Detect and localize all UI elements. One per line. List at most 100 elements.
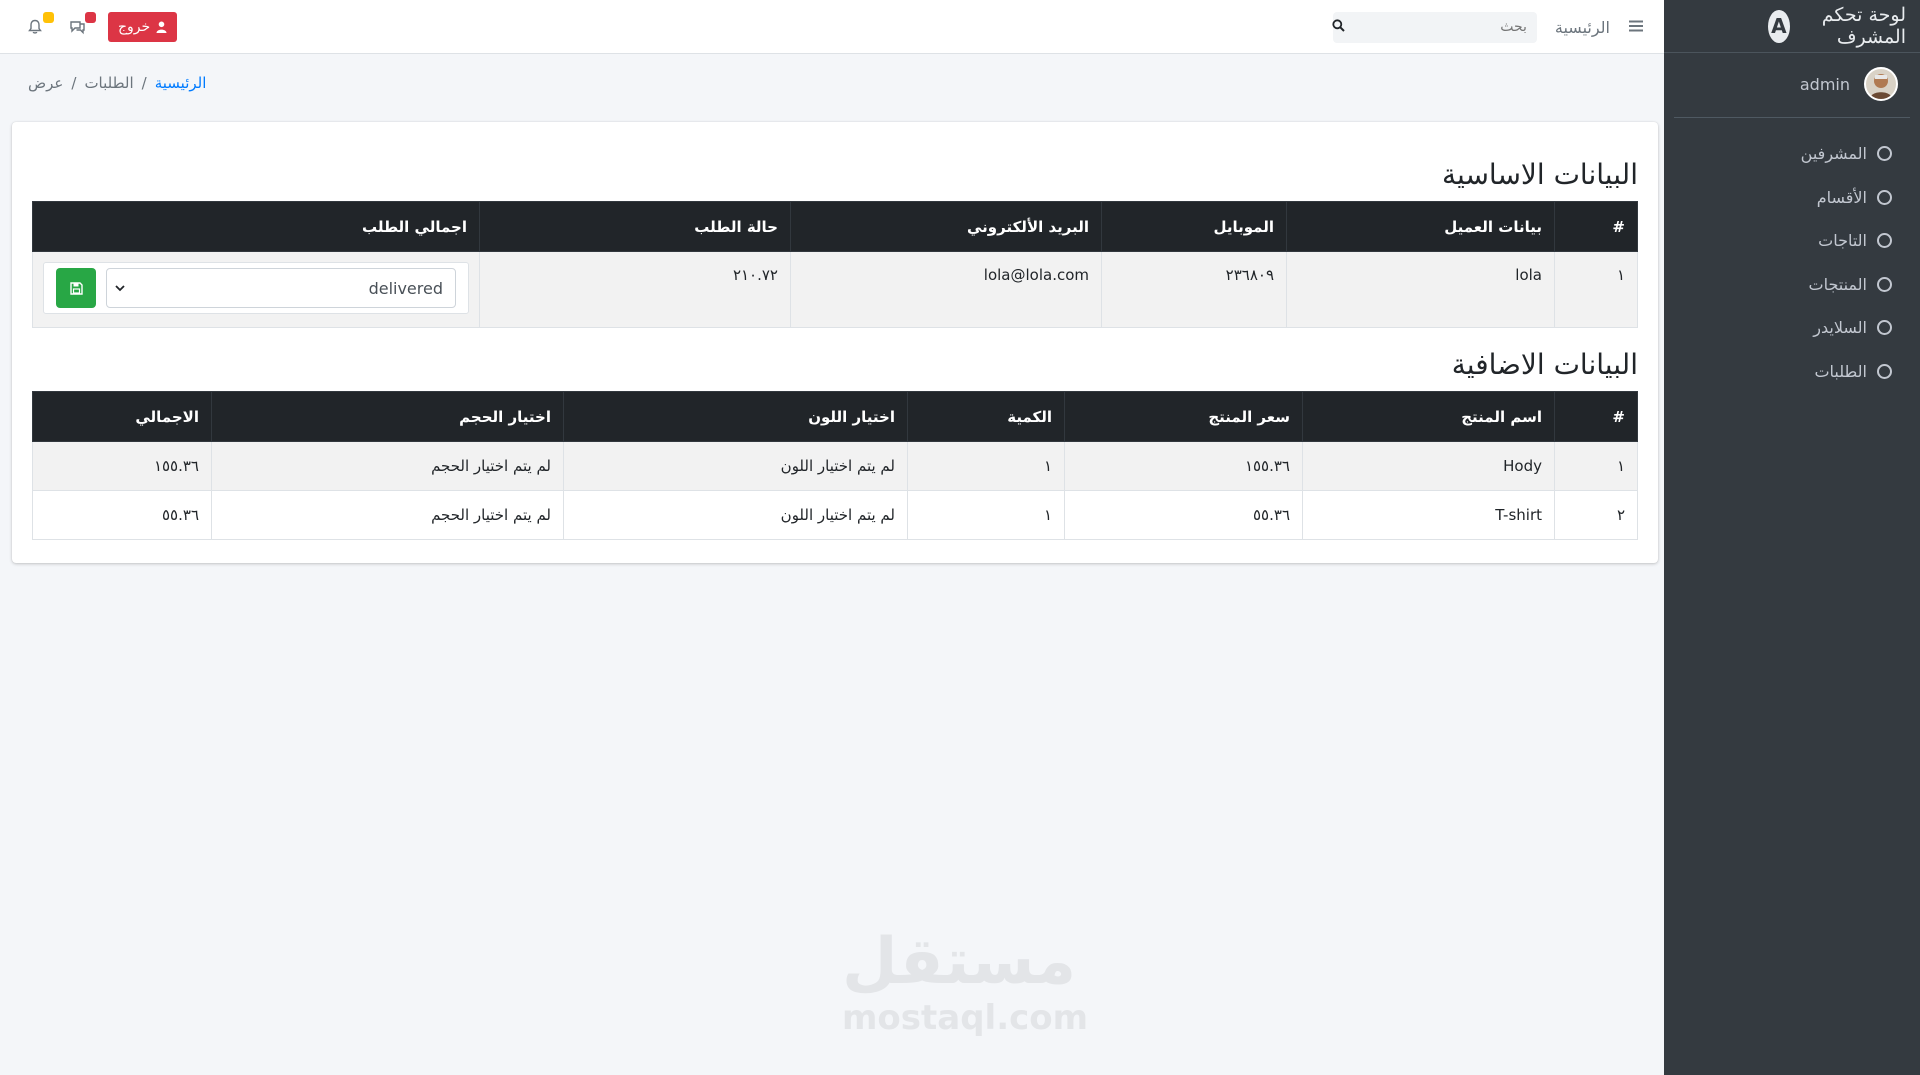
- save-status-button[interactable]: [56, 268, 96, 308]
- watermark-latin: mostaql.com: [842, 998, 1089, 1038]
- messages-button[interactable]: [66, 12, 96, 38]
- circle-icon: [1877, 276, 1892, 292]
- home-link[interactable]: الرئيسية: [1555, 18, 1610, 37]
- circle-icon: [1877, 233, 1892, 249]
- table-row: ١ lola ٢٣٦٨٠٩ lola@lola.com ٢١٠.٧٢ deliv…: [32, 251, 1638, 328]
- order-card: البيانات الاساسية # بيانات العميل الموبا…: [12, 122, 1658, 563]
- save-icon: [69, 281, 83, 295]
- table-header-row: # بيانات العميل الموبايل البريد الألكترو…: [32, 201, 1638, 252]
- column-header: الموبايل: [1101, 201, 1287, 252]
- navbar-actions: خروج: [24, 0, 178, 54]
- breadcrumb-orders[interactable]: الطلبات: [84, 74, 133, 92]
- sidebar: لوحة تحكم المشرف A admin المشرفين الأقسا…: [1664, 0, 1920, 1075]
- bars-icon: [1629, 20, 1643, 31]
- notifications-badge: [43, 12, 54, 23]
- product-color: لم يتم اختيار اللون: [563, 490, 908, 540]
- status-form: delivered: [43, 262, 469, 314]
- sidebar-item-label: الأقسام: [1816, 187, 1867, 207]
- watermark-arabic: مستقل: [842, 925, 1077, 999]
- avatar: [1864, 67, 1898, 101]
- column-header: البريد الألكتروني: [790, 201, 1102, 252]
- breadcrumb-separator: /: [71, 74, 77, 92]
- column-header: سعر المنتج: [1064, 391, 1303, 442]
- brand-logo-icon: A: [1768, 9, 1790, 43]
- brand-link[interactable]: لوحة تحكم المشرف A: [1664, 0, 1920, 53]
- product-quantity: ١: [907, 441, 1065, 491]
- chevron-down-icon: [115, 284, 125, 291]
- sidebar-item-categories[interactable]: الأقسام: [1664, 176, 1920, 220]
- comments-icon: [69, 21, 85, 35]
- row-index: ١: [1554, 441, 1638, 491]
- user-panel[interactable]: admin: [1674, 53, 1910, 118]
- sidebar-item-slider[interactable]: السلايدر: [1664, 306, 1920, 350]
- watermark: مستقل mostaql.com: [842, 925, 1089, 1038]
- row-index: ٢: [1554, 490, 1638, 540]
- messages-badge: [85, 12, 96, 23]
- bell-icon: [28, 19, 42, 34]
- customer-mobile: ٢٣٦٨٠٩: [1101, 251, 1287, 328]
- sidebar-item-label: المنتجات: [1808, 274, 1868, 294]
- breadcrumb-current: عرض: [28, 74, 64, 92]
- circle-icon: [1877, 363, 1892, 379]
- product-quantity: ١: [907, 490, 1065, 540]
- sidebar-item-label: التاجات: [1818, 231, 1867, 251]
- table-row: ٢ T-shirt ٥٥.٣٦ ١ لم يتم اختيار اللون لم…: [32, 490, 1638, 540]
- product-color: لم يتم اختيار اللون: [563, 441, 908, 491]
- search-icon: [1332, 18, 1345, 32]
- order-items-table: # اسم المنتج سعر المنتج الكمية اختيار ال…: [32, 391, 1638, 540]
- menu-toggle-button[interactable]: [1628, 17, 1644, 38]
- product-size: لم يتم اختيار الحجم: [211, 441, 564, 491]
- column-header: الكمية: [907, 391, 1065, 442]
- column-header: حالة الطلب: [479, 201, 791, 252]
- search-box: [1332, 11, 1537, 43]
- top-navbar: خروج الرئيسية: [0, 0, 1664, 54]
- sidebar-item-products[interactable]: المنتجات: [1664, 263, 1920, 307]
- product-name: Hody: [1302, 441, 1555, 491]
- column-header: اجمالي الطلب: [32, 201, 480, 252]
- user-name[interactable]: admin: [1800, 75, 1850, 94]
- table-header-row: # اسم المنتج سعر المنتج الكمية اختيار ال…: [32, 391, 1638, 442]
- logout-label: خروج: [118, 19, 151, 35]
- extra-data-title: البيانات الاضافية: [1451, 348, 1638, 381]
- breadcrumb: الرئيسية / الطلبات / عرض: [28, 74, 206, 92]
- column-header: اسم المنتج: [1302, 391, 1555, 442]
- sidebar-item-label: الطلبات: [1814, 361, 1867, 381]
- search-button[interactable]: [1332, 18, 1345, 36]
- status-select[interactable]: delivered: [106, 268, 456, 308]
- circle-icon: [1877, 189, 1892, 205]
- customer-name: lola: [1286, 251, 1555, 328]
- column-header: اختيار الحجم: [211, 391, 564, 442]
- status-selected-value: delivered: [368, 278, 443, 298]
- product-name: T-shirt: [1302, 490, 1555, 540]
- sidebar-item-tags[interactable]: التاجات: [1664, 219, 1920, 263]
- notifications-button[interactable]: [24, 12, 54, 38]
- sidebar-item-orders[interactable]: الطلبات: [1664, 350, 1920, 394]
- column-header: اختيار اللون: [563, 391, 908, 442]
- column-header: بيانات العميل: [1286, 201, 1555, 252]
- product-price: ٥٥.٣٦: [1064, 490, 1303, 540]
- sidebar-item-admins[interactable]: المشرفين: [1664, 132, 1920, 176]
- order-status-cell: delivered: [32, 251, 480, 328]
- navbar-left-group: الرئيسية: [1332, 0, 1644, 54]
- product-size: لم يتم اختيار الحجم: [211, 490, 564, 540]
- basic-data-title: البيانات الاساسية: [1442, 158, 1638, 191]
- line-total: ٥٥.٣٦: [32, 490, 212, 540]
- customer-email: lola@lola.com: [790, 251, 1102, 328]
- row-index: ١: [1554, 251, 1638, 328]
- sidebar-nav: المشرفين الأقسام التاجات المنتجات السلاي…: [1664, 118, 1920, 393]
- brand-title: لوحة تحكم المشرف: [1821, 4, 1906, 48]
- logout-button[interactable]: خروج: [108, 12, 178, 42]
- product-price: ١٥٥.٣٦: [1064, 441, 1303, 491]
- column-header: #: [1554, 391, 1638, 442]
- line-total: ١٥٥.٣٦: [32, 441, 212, 491]
- order-total: ٢١٠.٧٢: [479, 251, 791, 328]
- table-row: ١ Hody ١٥٥.٣٦ ١ لم يتم اختيار اللون لم ي…: [32, 441, 1638, 491]
- basic-data-table: # بيانات العميل الموبايل البريد الألكترو…: [32, 201, 1638, 328]
- user-icon: [156, 21, 167, 33]
- circle-icon: [1877, 146, 1892, 162]
- user-avatar-icon: [1870, 74, 1892, 99]
- sidebar-item-label: المشرفين: [1800, 144, 1867, 164]
- breadcrumb-separator: /: [141, 74, 147, 92]
- breadcrumb-home[interactable]: الرئيسية: [155, 74, 207, 92]
- search-input[interactable]: [1352, 19, 1527, 35]
